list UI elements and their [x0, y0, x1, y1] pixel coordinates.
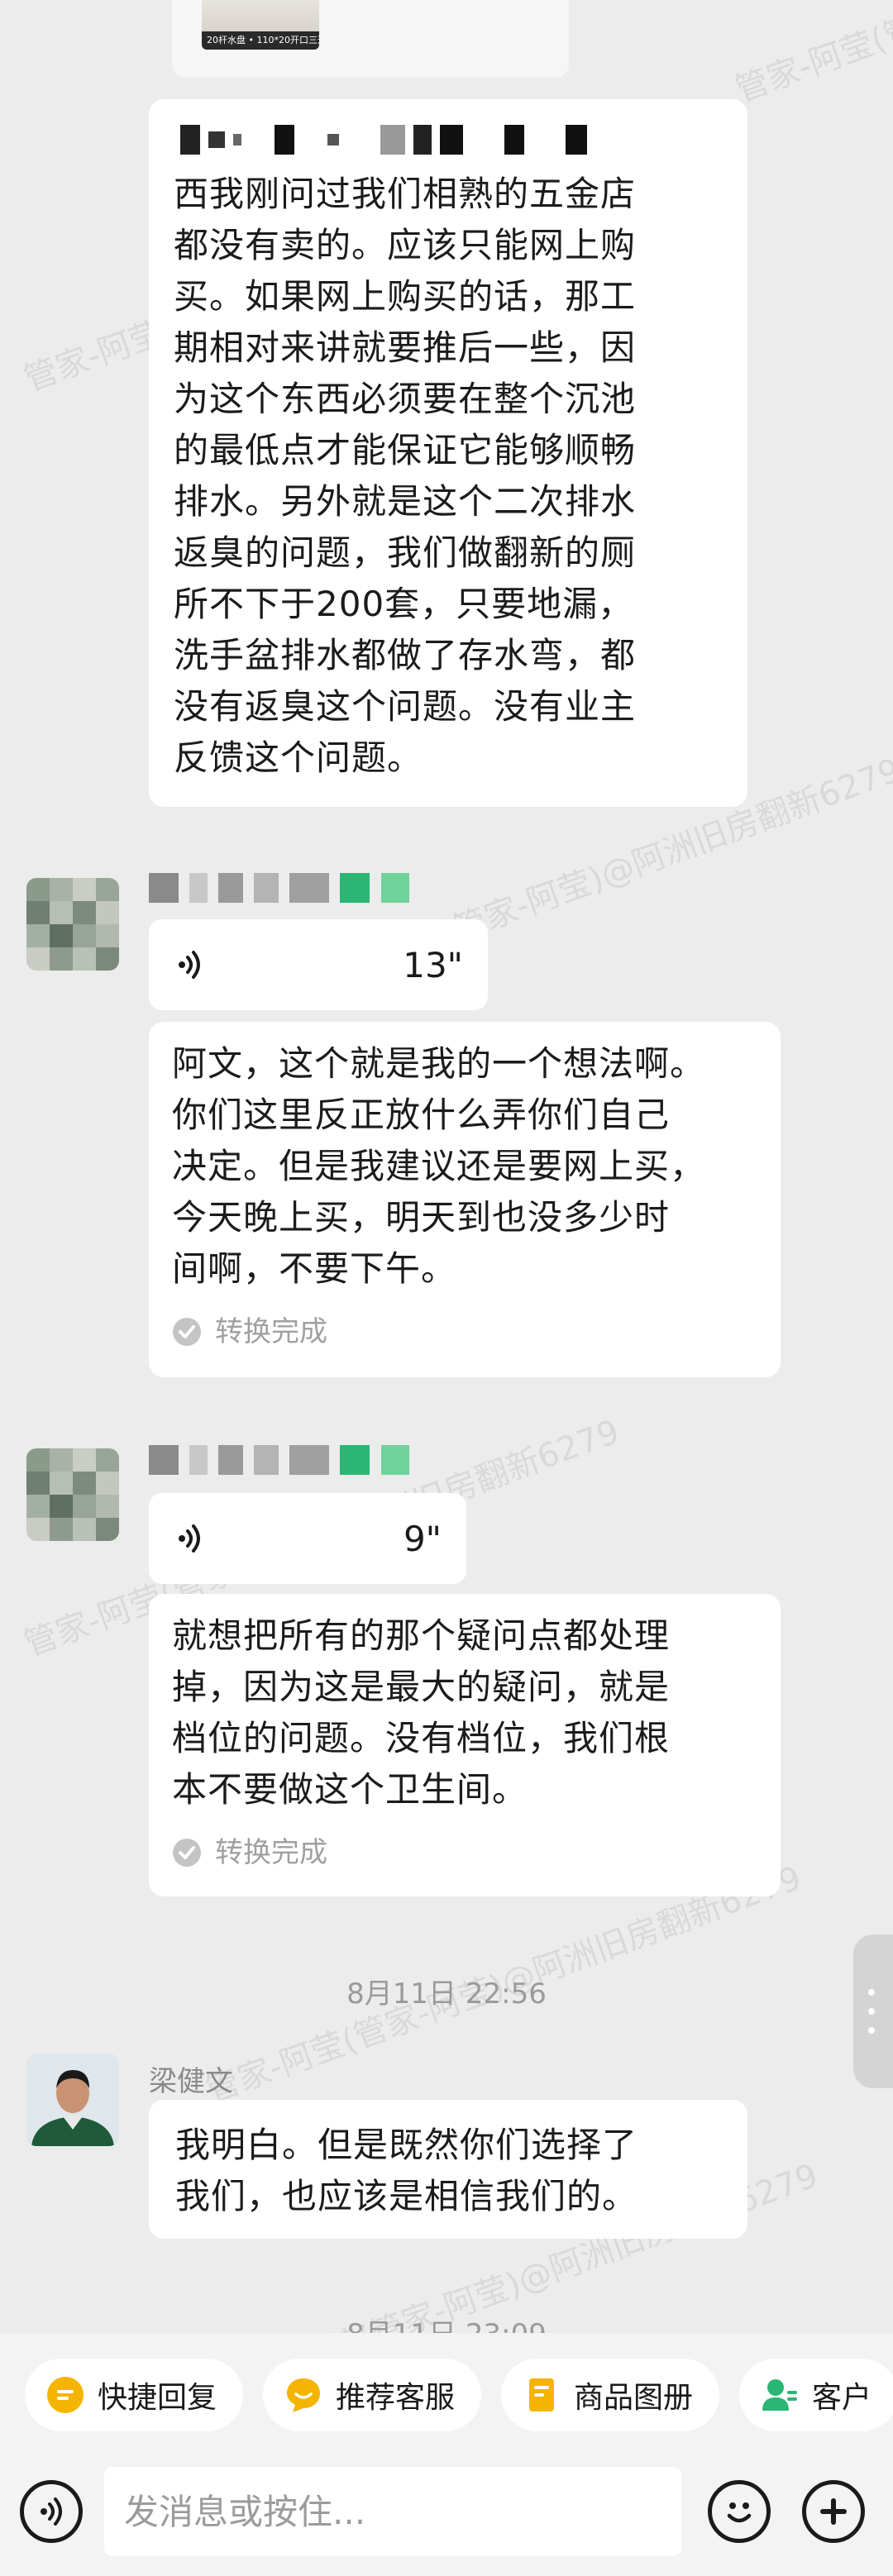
message-text-line: 你们这里反正放什么弄你们自己 [172, 1095, 671, 1135]
transcript-bubble[interactable]: 就想把所有的那个疑问点都处理 掉，因为这是最大的疑问，就是 档位的问题。没有档位，我… [149, 1594, 781, 1896]
sender-name: 梁健文 [149, 2065, 233, 2098]
sender-name-redacted [149, 873, 416, 909]
product-thumbnail[interactable]: 20杆水盘 • 110*20开口三通 [202, 0, 319, 50]
message-text-line: 就想把所有的那个疑问点都处理 [172, 1615, 671, 1656]
message-timestamp: 8月11日 22:56 [346, 1977, 547, 2011]
voice-icon [179, 951, 200, 979]
side-drawer-handle[interactable] [853, 1934, 893, 2088]
chip-label: 商品图册 [574, 2381, 694, 2415]
status-text: 转换完成 [215, 1836, 327, 1869]
voice-message[interactable]: 13" [149, 919, 488, 1010]
redacted-line [174, 111, 726, 169]
avatar[interactable] [26, 2054, 119, 2146]
message-text-line: 反馈这个问题。 [174, 737, 423, 778]
catalog-icon [529, 2378, 555, 2411]
voice-message[interactable]: 9" [149, 1493, 466, 1584]
check-circle-icon [173, 1839, 201, 1867]
avatar[interactable] [26, 878, 119, 971]
transcription-status: 转换完成 [172, 1306, 759, 1357]
transcription-status: 转换完成 [172, 1827, 759, 1878]
message-text-line: 买。如果网上购买的话，那工 [174, 276, 637, 317]
voice-icon [179, 1524, 200, 1553]
voice-input-button[interactable] [20, 2480, 83, 2543]
message-bubble[interactable]: 西我刚问过我们相熟的五金店 都没有卖的。应该只能网上购 买。如果网上购买的话，那工期… [149, 99, 747, 807]
person-photo [26, 2054, 119, 2146]
message-text-line: 掉，因为这是最大的疑问，就是 [172, 1667, 671, 1707]
smiley-icon [727, 2502, 752, 2523]
message-text-line: 的最低点才能保证它能够顺畅 [174, 430, 637, 470]
message-text-line: 返臭的问题，我们做翻新的厕 [174, 532, 637, 573]
chip-label: 推荐客服 [336, 2381, 456, 2415]
product-catalog-button[interactable]: 商品图册 [501, 2359, 720, 2431]
sender-name-redacted [149, 1445, 416, 1481]
message-text-line: 间啊，不要下午。 [172, 1248, 457, 1289]
avatar[interactable] [26, 1448, 119, 1541]
message-text-line: 档位的问题。没有档位，我们根 [172, 1718, 671, 1758]
message-timestamp: 8月11日 23:09 [0, 2311, 893, 2333]
watermark: 管家-阿莹(管家-阿莹)@阿洲旧房翻新6279 [728, 0, 893, 112]
message-input[interactable] [104, 2467, 681, 2556]
message-text-line: 洗手盆排水都做了存水弯，都 [174, 635, 637, 675]
message-text-line: 没有返臭这个问题。没有业主 [174, 686, 637, 727]
plus-icon [820, 2498, 847, 2525]
quick-reply-button[interactable]: 快捷回复 [25, 2359, 244, 2431]
more-vertical-icon [868, 1989, 875, 2034]
customer-icon [762, 2379, 798, 2411]
transcript-bubble[interactable]: 阿文，这个就是我的一个想法啊。 你们这里反正放什么弄你们自己 决定。但是我建议还是要… [149, 1022, 781, 1377]
message-text-line: 西我刚问过我们相熟的五金店 [174, 174, 637, 214]
voice-duration: 13" [403, 944, 463, 985]
message-bubble[interactable]: 我明白。但是既然你们选择了 我们，也应该是相信我们的。 [149, 2100, 747, 2239]
message-text-line: 决定。但是我建议还是要网上买， [172, 1146, 706, 1186]
voice-duration: 9" [403, 1518, 442, 1559]
message-text-line: 我明白。但是既然你们选择了 [175, 2125, 638, 2165]
emoji-button[interactable] [708, 2480, 771, 2543]
chat-bubble-icon [287, 2378, 321, 2412]
more-options-button[interactable] [802, 2480, 865, 2543]
message-text-line: 今天晚上买，明天到也没多少时 [172, 1197, 671, 1238]
recommend-agent-button[interactable]: 推荐客服 [263, 2359, 482, 2431]
message-text-line: 期相对来讲就要推后一些，因 [174, 327, 637, 368]
product-caption: 20杆水盘 • 110*20开口三通 [202, 31, 319, 50]
chip-label: 快捷回复 [98, 2381, 217, 2415]
check-circle-icon [173, 1318, 201, 1346]
message-text-line: 所不下于200套，只要地漏， [174, 584, 634, 624]
message-text-line: 都没有卖的。应该只能网上购 [174, 225, 637, 265]
status-text: 转换完成 [215, 1315, 327, 1348]
message-text-line: 为这个东西必须要在整个沉池 [174, 379, 637, 419]
quick-reply-icon [47, 2377, 84, 2413]
chip-label: 客户 [812, 2381, 872, 2415]
message-text-line: 本不要做这个卫生间。 [172, 1769, 528, 1810]
quick-action-bar: 快捷回复 推荐客服 商品图册 客户 [0, 2333, 893, 2457]
message-text-line: 我们，也应该是相信我们的。 [175, 2176, 638, 2216]
voice-icon [41, 2497, 62, 2526]
message-text-line: 阿文，这个就是我的一个想法啊。 [172, 1043, 706, 1084]
message-text-line: 排水。另外就是这个二次排水 [174, 481, 637, 522]
customer-button[interactable]: 客户 [739, 2359, 893, 2431]
